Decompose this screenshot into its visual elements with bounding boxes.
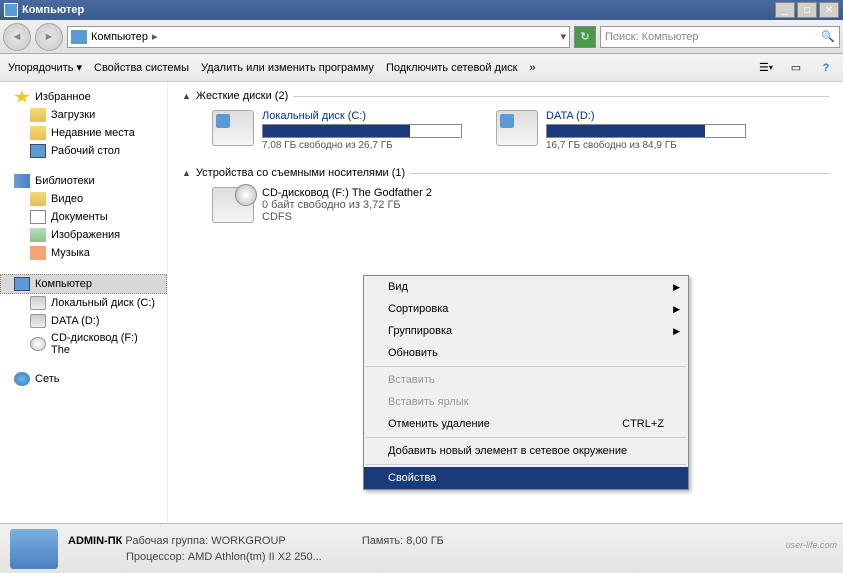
drive-icon <box>30 314 46 328</box>
sidebar-favorites[interactable]: Избранное <box>0 88 167 106</box>
sidebar-recent[interactable]: Недавние места <box>0 124 167 142</box>
separator <box>366 464 686 465</box>
star-icon <box>14 90 30 104</box>
ctx-paste: Вставить <box>364 369 688 391</box>
removable-group-header[interactable]: ▲ Устройства со съемными носителями (1) <box>182 167 829 179</box>
desktop-icon <box>30 144 46 158</box>
documents-icon <box>30 210 46 224</box>
titlebar: Компьютер _ □ ✕ <box>0 0 843 20</box>
sidebar-video[interactable]: Видео <box>0 190 167 208</box>
computer-icon <box>14 277 30 291</box>
drive-icon <box>496 110 538 146</box>
sidebar-libraries[interactable]: Библиотеки <box>0 172 167 190</box>
drive-icon <box>212 110 254 146</box>
view-options-icon[interactable]: ☰ ▾ <box>757 59 775 77</box>
computer-icon <box>71 30 87 44</box>
computer-icon <box>10 529 58 569</box>
chevron-right-icon: ▶ <box>673 282 680 293</box>
sidebar-data-d[interactable]: DATA (D:) <box>0 312 167 330</box>
cd-fs: CDFS <box>262 211 432 223</box>
more-chevron[interactable]: » <box>529 62 535 74</box>
close-button[interactable]: ✕ <box>819 2 839 18</box>
search-input[interactable]: Поиск: Компьютер 🔍 <box>600 26 840 48</box>
search-placeholder: Поиск: Компьютер <box>605 31 699 43</box>
sidebar-local-c[interactable]: Локальный диск (C:) <box>0 294 167 312</box>
minimize-button[interactable]: _ <box>775 2 795 18</box>
chevron-down-icon: ▾ <box>76 61 82 74</box>
sidebar-computer[interactable]: Компьютер <box>0 274 167 294</box>
ctx-view[interactable]: Вид▶ <box>364 276 688 298</box>
ctx-sort[interactable]: Сортировка▶ <box>364 298 688 320</box>
chevron-right-icon: ▶ <box>673 326 680 337</box>
ctx-add-network[interactable]: Добавить новый элемент в сетевое окружен… <box>364 440 688 462</box>
sidebar-desktop[interactable]: Рабочий стол <box>0 142 167 160</box>
drive-icon <box>30 296 46 310</box>
computer-icon <box>4 3 18 17</box>
ctx-group[interactable]: Группировка▶ <box>364 320 688 342</box>
drive-d[interactable]: DATA (D:) 16,7 ГБ свободно из 84,9 ГБ <box>496 110 756 151</box>
sidebar-documents[interactable]: Документы <box>0 208 167 226</box>
music-icon <box>30 246 46 260</box>
chevron-down-icon[interactable]: ▾ <box>560 30 566 43</box>
video-icon <box>30 192 46 206</box>
chevron-right-icon: ▶ <box>673 304 680 315</box>
sidebar-pictures[interactable]: Изображения <box>0 226 167 244</box>
collapse-icon: ▲ <box>182 168 191 178</box>
chevron-down-icon[interactable]: ▸ <box>152 30 158 43</box>
window-controls: _ □ ✕ <box>775 2 839 18</box>
breadcrumb[interactable]: Компьютер <box>91 31 148 43</box>
ctx-properties[interactable]: Свойства <box>364 467 688 489</box>
collapse-icon: ▲ <box>182 91 191 101</box>
sidebar-music[interactable]: Музыка <box>0 244 167 262</box>
folder-icon <box>30 108 46 122</box>
network-icon <box>14 372 30 386</box>
drive-free-text: 16,7 ГБ свободно из 84,9 ГБ <box>546 140 756 151</box>
pc-name: ADMIN-ПК <box>68 535 122 547</box>
organize-menu[interactable]: Упорядочить ▾ <box>8 61 82 74</box>
cd-drive[interactable]: CD-дисковод (F:) The Godfather 2 0 байт … <box>212 187 829 223</box>
drive-free-text: 7,08 ГБ свободно из 26,7 ГБ <box>262 140 472 151</box>
maximize-button[interactable]: □ <box>797 2 817 18</box>
cd-name: CD-дисковод (F:) The Godfather 2 <box>262 187 432 199</box>
drive-name: DATA (D:) <box>546 110 756 122</box>
disc-icon <box>30 337 46 351</box>
hdd-group-header[interactable]: ▲ Жесткие диски (2) <box>182 90 829 102</box>
nav-sidebar: Избранное Загрузки Недавние места Рабочи… <box>0 82 168 523</box>
cd-drive-icon <box>212 187 254 223</box>
libraries-icon <box>14 174 30 188</box>
status-bar: ADMIN-ПК Рабочая группа: WORKGROUP Памят… <box>0 523 843 573</box>
drive-name: Локальный диск (C:) <box>262 110 472 122</box>
command-toolbar: Упорядочить ▾ Свойства системы Удалить и… <box>0 54 843 82</box>
context-menu: Вид▶ Сортировка▶ Группировка▶ Обновить В… <box>363 275 689 490</box>
forward-button[interactable]: ► <box>35 23 63 51</box>
sidebar-cd-f[interactable]: CD-дисковод (F:) The <box>0 330 167 358</box>
address-bar[interactable]: Компьютер ▸ ▾ <box>67 26 570 48</box>
map-drive-button[interactable]: Подключить сетевой диск <box>386 62 517 74</box>
sidebar-network[interactable]: Сеть <box>0 370 167 388</box>
uninstall-button[interactable]: Удалить или изменить программу <box>201 62 374 74</box>
separator <box>366 366 686 367</box>
separator <box>366 437 686 438</box>
refresh-button[interactable]: ↻ <box>574 26 596 48</box>
ctx-undo[interactable]: Отменить удалениеCTRL+Z <box>364 413 688 435</box>
window-title: Компьютер <box>22 4 775 16</box>
folder-icon <box>30 126 46 140</box>
drive-c[interactable]: Локальный диск (C:) 7,08 ГБ свободно из … <box>212 110 472 151</box>
system-properties-button[interactable]: Свойства системы <box>94 62 189 74</box>
search-icon: 🔍 <box>821 30 835 43</box>
usage-bar <box>546 124 746 138</box>
cd-free: 0 байт свободно из 3,72 ГБ <box>262 199 432 211</box>
sidebar-downloads[interactable]: Загрузки <box>0 106 167 124</box>
usage-bar <box>262 124 462 138</box>
pictures-icon <box>30 228 46 242</box>
back-button[interactable]: ◄ <box>3 23 31 51</box>
nav-toolbar: ◄ ► Компьютер ▸ ▾ ↻ Поиск: Компьютер 🔍 <box>0 20 843 54</box>
preview-pane-icon[interactable]: ▭ <box>787 59 805 77</box>
ctx-refresh[interactable]: Обновить <box>364 342 688 364</box>
ctx-paste-shortcut: Вставить ярлык <box>364 391 688 413</box>
help-icon[interactable]: ? <box>817 59 835 77</box>
watermark: user-life.com <box>786 540 837 550</box>
